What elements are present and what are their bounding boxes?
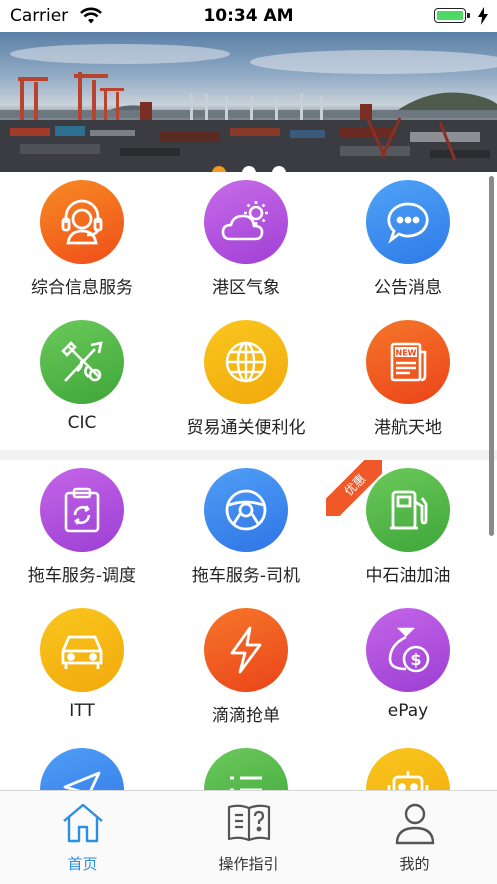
service-item-send[interactable] [2, 748, 162, 790]
car-icon [40, 608, 124, 692]
charging-icon [478, 7, 488, 25]
service-label: 贸易通关便利化 [186, 418, 306, 438]
service-grid-primary: 综合信息服务 港区气象 公告消息 CIC 贸易通关便利化 NEW 港航天地 [0, 172, 497, 450]
service-label: 综合信息服务 [31, 278, 133, 298]
send-icon [40, 748, 124, 790]
svg-text:NEW: NEW [396, 349, 417, 358]
service-label: CIC [67, 413, 97, 433]
newspaper-icon: NEW [366, 320, 450, 404]
service-label: 港区气象 [212, 278, 280, 298]
scrollbar[interactable] [489, 176, 494, 536]
globe-icon [204, 320, 288, 404]
service-item-epay[interactable]: $ ePay [328, 608, 488, 721]
service-item-petrochina[interactable]: 中石油加油 [328, 468, 488, 586]
service-item-weather[interactable]: 港区气象 [166, 180, 326, 298]
service-label: ITT [69, 701, 95, 721]
service-item-info[interactable]: 综合信息服务 [2, 180, 162, 298]
svg-text:$: $ [410, 650, 421, 669]
weather-icon [204, 180, 288, 264]
service-label: 中石油加油 [365, 566, 451, 586]
guide-book-icon [227, 804, 270, 842]
service-label: 港航天地 [374, 418, 442, 438]
fuel-pump-icon [366, 468, 450, 552]
clock: 10:34 AM [203, 6, 294, 26]
list-icon [204, 748, 288, 790]
customer-service-icon [40, 180, 124, 264]
home-icon [62, 803, 103, 843]
lightning-icon [204, 608, 288, 692]
service-label: 公告消息 [374, 278, 442, 298]
tab-home[interactable]: 首页 [0, 801, 165, 874]
service-item-didi[interactable]: 滴滴抢单 [166, 608, 326, 726]
service-item-news[interactable]: NEW 港航天地 [328, 320, 488, 438]
service-item-driver[interactable]: 拖车服务-司机 [166, 468, 326, 586]
tab-label: 操作指引 [218, 855, 279, 873]
service-item-notice[interactable]: 公告消息 [328, 180, 488, 298]
service-label: ePay [387, 701, 429, 721]
service-item-robot[interactable] [328, 748, 488, 790]
port-photo [0, 44, 497, 172]
tab-label: 我的 [399, 855, 430, 873]
money-bag-icon: $ [366, 608, 450, 692]
service-item-list[interactable] [166, 748, 326, 790]
tab-profile[interactable]: 我的 [332, 801, 497, 874]
status-bar: Carrier 10:34 AM [0, 0, 497, 32]
service-label: 滴滴抢单 [212, 706, 280, 726]
tab-bar: 首页 操作指引 我的 [0, 790, 497, 884]
banner-carousel[interactable] [0, 32, 497, 172]
service-item-itt[interactable]: ITT [2, 608, 162, 721]
user-icon [395, 803, 434, 845]
message-icon [366, 180, 450, 264]
steering-wheel-icon [204, 468, 288, 552]
service-label: 拖车服务-调度 [27, 566, 137, 586]
service-item-trade[interactable]: 贸易通关便利化 [166, 320, 326, 438]
service-item-dispatch[interactable]: 拖车服务-调度 [2, 468, 162, 586]
robot-icon [366, 748, 450, 790]
battery-icon [434, 8, 470, 23]
service-grid-secondary: 优惠 拖车服务-调度 拖车服务-司机 中石油加油 ITT 滴滴抢单 $ ePay [0, 460, 497, 790]
dispatch-clipboard-icon [40, 468, 124, 552]
tab-guide[interactable]: 操作指引 [166, 801, 331, 874]
cic-tools-icon [40, 320, 124, 404]
service-item-cic[interactable]: CIC [2, 320, 162, 433]
service-label: 拖车服务-司机 [191, 566, 301, 586]
tab-label: 首页 [67, 855, 98, 873]
